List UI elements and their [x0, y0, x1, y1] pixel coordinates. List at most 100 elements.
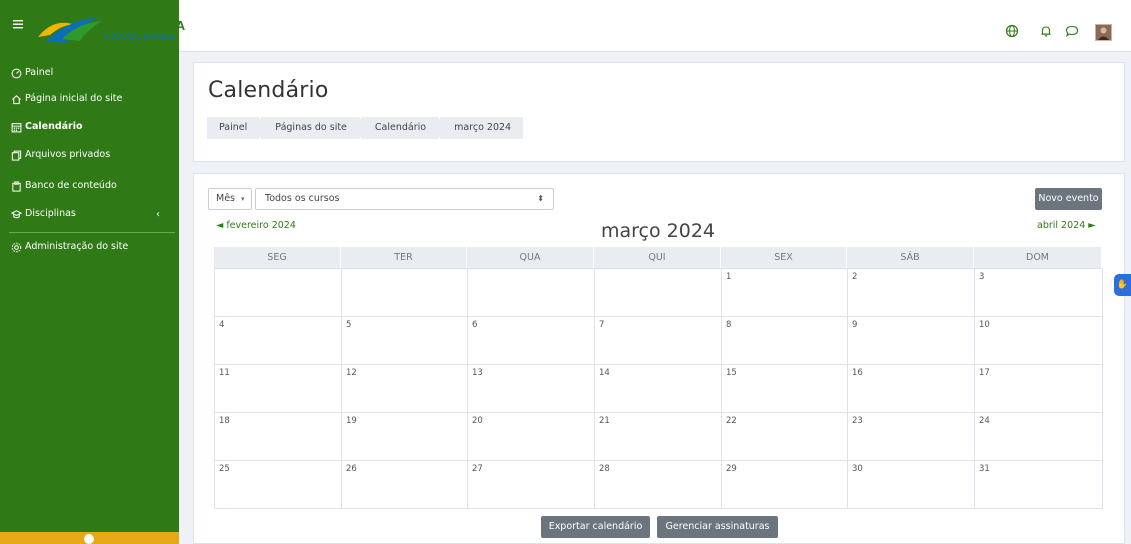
calendar-days: 1 2 3 4 5 6 7 8 9 10 11 12 13 14 15 16 17 18 19 20 21 22 23 24 2…: [214, 268, 1103, 509]
chevron-left-icon[interactable]: ‹: [156, 209, 160, 220]
breadcrumb-current: março 2024: [440, 117, 524, 139]
calendar-day-cell[interactable]: 24: [975, 413, 1103, 461]
calendar-empty-cell: [342, 269, 468, 317]
day-number: 28: [599, 464, 610, 474]
day-number: 26: [346, 464, 357, 474]
export-calendar-button[interactable]: Exportar calendário: [541, 516, 650, 538]
next-month-link[interactable]: abril 2024 ►: [1037, 220, 1096, 231]
calendar-day-cell[interactable]: 26: [342, 461, 468, 509]
sidebar-item-home[interactable]: Página inicial do site: [11, 92, 122, 106]
calendar-day-cell[interactable]: 14: [595, 365, 722, 413]
calendar-day-cell[interactable]: 20: [468, 413, 595, 461]
sidebar-item-painel[interactable]: Painel: [11, 66, 53, 80]
calendar-day-cell[interactable]: 25: [215, 461, 342, 509]
day-number: 9: [852, 320, 858, 330]
calendar-day-cell[interactable]: 10: [975, 317, 1103, 365]
day-number: 4: [219, 320, 225, 330]
calendar-day-cell[interactable]: 1: [722, 269, 848, 317]
graduation-cap-icon: [11, 209, 22, 218]
calendar-day-cell[interactable]: 9: [848, 317, 975, 365]
calendar-day-cell[interactable]: 18: [215, 413, 342, 461]
hamburger-menu-icon[interactable]: [12, 18, 26, 34]
calendar-day-cell[interactable]: 6: [468, 317, 595, 365]
home-icon: [12, 94, 21, 104]
calendar-empty-cell: [468, 269, 595, 317]
day-number: 24: [979, 416, 990, 426]
day-number: 11: [219, 368, 230, 378]
day-number: 7: [599, 320, 605, 330]
messages-chat-icon[interactable]: [1065, 24, 1081, 40]
day-number: 1: [726, 272, 732, 282]
day-number: 5: [346, 320, 352, 330]
calendar-day-cell[interactable]: 30: [848, 461, 975, 509]
sidebar-divider: [9, 232, 175, 233]
notifications-bell-icon[interactable]: [1039, 24, 1055, 40]
day-number: 30: [852, 464, 863, 474]
user-avatar[interactable]: [1095, 24, 1112, 41]
sidebar-item-label: Banco de conteúdo: [25, 180, 117, 191]
breadcrumb-item[interactable]: Calendário: [360, 117, 447, 139]
calendar-day-cell[interactable]: 28: [595, 461, 722, 509]
calendar-day-cell[interactable]: 3: [975, 269, 1103, 317]
calendar-icon: [11, 122, 22, 132]
day-number: 10: [979, 320, 990, 330]
calendar-day-cell[interactable]: 23: [848, 413, 975, 461]
calendar-day-cell[interactable]: 12: [342, 365, 468, 413]
accessibility-widget-icon[interactable]: ✋: [1114, 274, 1131, 296]
current-month-title: março 2024: [601, 220, 716, 242]
sidebar-item-site-admin[interactable]: Administração do site: [11, 240, 128, 254]
calendar-day-cell[interactable]: 21: [595, 413, 722, 461]
weekday-label: SEX: [721, 247, 847, 268]
calendar-day-cell[interactable]: 29: [722, 461, 848, 509]
day-number: 19: [346, 416, 357, 426]
calendar-day-cell[interactable]: 16: [848, 365, 975, 413]
calendar-day-cell[interactable]: 27: [468, 461, 595, 509]
view-select[interactable]: Mês ▾: [208, 188, 252, 210]
calendar-day-cell[interactable]: 11: [215, 365, 342, 413]
calendar-day-cell[interactable]: 31: [975, 461, 1103, 509]
day-number: 27: [472, 464, 483, 474]
calendar-day-cell[interactable]: 22: [722, 413, 848, 461]
calendar-day-cell[interactable]: 4: [215, 317, 342, 365]
calendar-day-cell[interactable]: 5: [342, 317, 468, 365]
day-number: 22: [726, 416, 737, 426]
select-arrows-icon: ⬍: [537, 194, 544, 203]
manage-subscriptions-button[interactable]: Gerenciar assinaturas: [657, 516, 778, 538]
calendar-day-cell[interactable]: 15: [722, 365, 848, 413]
sidebar-item-private-files[interactable]: Arquivos privados: [11, 148, 110, 162]
day-number: 3: [979, 272, 985, 282]
sidebar-item-content-bank[interactable]: Banco de conteúdo: [11, 179, 117, 193]
sidebar-item-calendar[interactable]: Calendário: [11, 120, 83, 134]
help-icon[interactable]: [84, 534, 94, 544]
calendar-day-cell[interactable]: 7: [595, 317, 722, 365]
breadcrumb-item[interactable]: Páginas do site: [261, 117, 367, 139]
page-title: Calendário: [208, 78, 329, 103]
calendar-day-cell[interactable]: 2: [848, 269, 975, 317]
day-number: 16: [852, 368, 863, 378]
previous-month-link[interactable]: ◄ fevereiro 2024: [216, 220, 296, 231]
breadcrumb-item[interactable]: Painel: [207, 117, 268, 139]
sidebar-item-label: Arquivos privados: [25, 149, 111, 160]
files-icon: [11, 150, 22, 161]
sidebar-item-label: Administração do site: [25, 241, 129, 252]
calendar-day-cell[interactable]: 13: [468, 365, 595, 413]
gear-icon: [11, 242, 22, 252]
day-number: 25: [219, 464, 230, 474]
view-select-value: Mês: [216, 193, 235, 204]
top-navbar: BRASILIANA FACULDADE: [0, 0, 1131, 52]
calendar-day-cell[interactable]: 19: [342, 413, 468, 461]
course-select-value: Todos os cursos: [265, 193, 340, 204]
weekday-label: QUA: [467, 247, 594, 268]
calendar-day-cell[interactable]: 17: [975, 365, 1103, 413]
course-select[interactable]: Todos os cursos ⬍: [255, 188, 554, 210]
day-number: 18: [219, 416, 230, 426]
day-number: 14: [599, 368, 610, 378]
day-number: 12: [346, 368, 357, 378]
weekday-header: SEG TER QUA QUI SEX SÁB DOM: [214, 247, 1102, 268]
sidebar-item-courses[interactable]: Disciplinas: [11, 207, 76, 221]
calendar-day-cell[interactable]: 8: [722, 317, 848, 365]
weekday-label: SEG: [214, 247, 341, 268]
brand-logo[interactable]: BRASILIANA FACULDADE: [36, 11, 204, 45]
language-globe-icon[interactable]: [1005, 24, 1021, 40]
new-event-button[interactable]: Novo evento: [1035, 188, 1102, 210]
